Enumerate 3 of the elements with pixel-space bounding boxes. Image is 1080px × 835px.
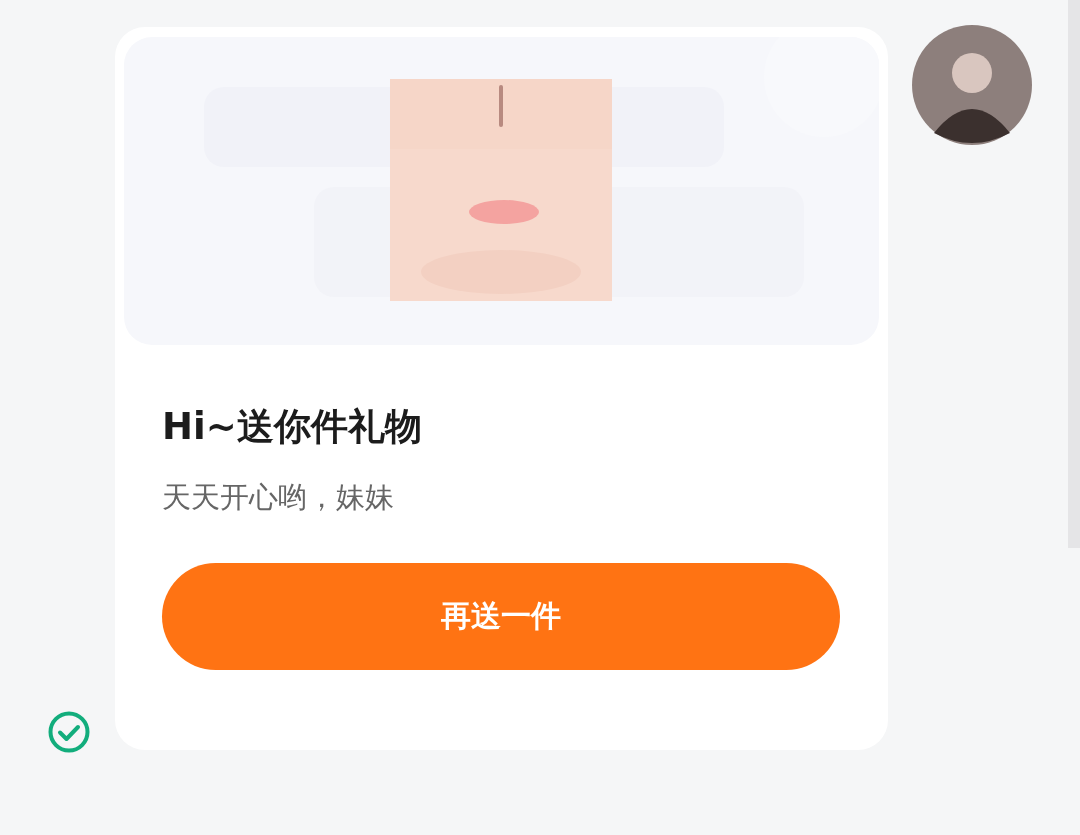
message-title: Hi~送你件礼物: [162, 404, 423, 450]
send-again-button[interactable]: 再送一件: [162, 563, 840, 670]
message-text: 天天开心哟，妹妹: [162, 479, 395, 516]
